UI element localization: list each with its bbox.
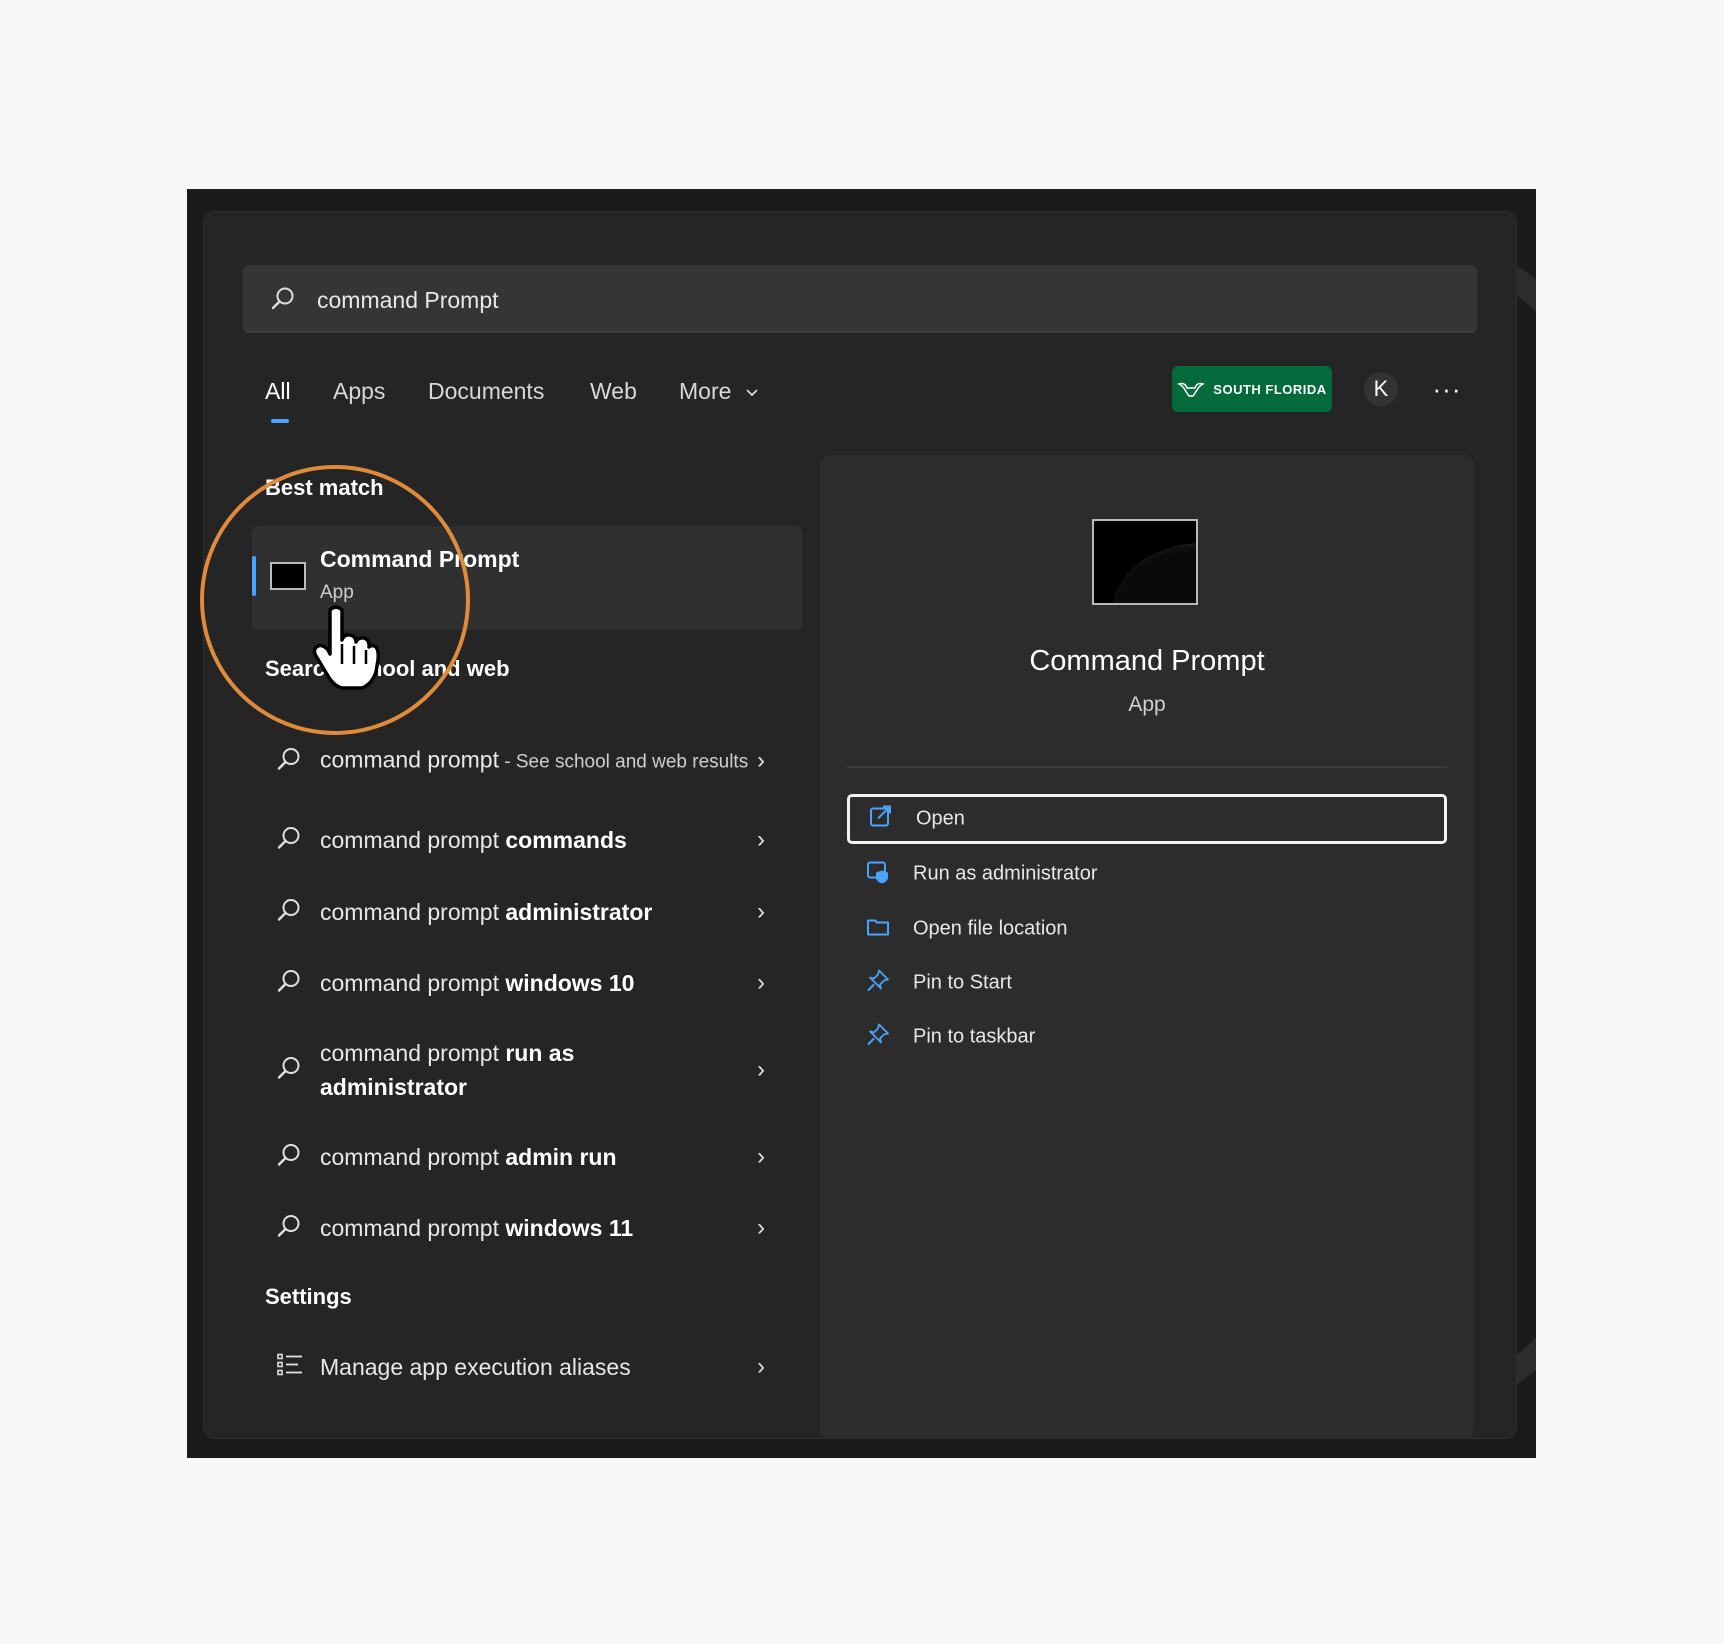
web-result-text: command prompt commands — [320, 823, 750, 857]
tab-documents[interactable]: Documents — [428, 378, 544, 405]
more-options-button[interactable]: ··· — [1430, 372, 1464, 406]
selection-indicator — [252, 556, 256, 596]
web-result-text: command prompt administrator — [320, 895, 750, 929]
best-match-type: App — [320, 582, 354, 603]
web-result-text: command prompt admin run — [320, 1140, 750, 1174]
chevron-right-icon: › — [757, 969, 765, 996]
tab-more[interactable]: More — [679, 378, 760, 405]
organization-badge[interactable]: SOUTH FLORIDA — [1172, 366, 1332, 412]
chevron-right-icon: › — [757, 1353, 765, 1380]
bull-logo-icon — [1177, 382, 1206, 397]
web-result-item[interactable]: command prompt administrator › — [252, 881, 802, 943]
open-label: Open — [916, 807, 965, 830]
ellipsis-icon: ··· — [1432, 373, 1462, 404]
avatar[interactable]: K — [1364, 372, 1398, 406]
preview-subtitle: App — [1128, 693, 1166, 716]
web-result-prefix: command prompt — [320, 899, 506, 925]
web-result-item[interactable]: command prompt commands › — [252, 809, 802, 871]
preview-divider — [847, 766, 1447, 768]
list-settings-icon — [276, 1352, 304, 1383]
run-as-administrator-label: Run as administrator — [913, 862, 1098, 885]
open-button[interactable]: Open — [847, 794, 1447, 844]
web-result-item[interactable]: command prompt run as administrator › — [252, 1030, 802, 1110]
search-icon — [276, 968, 302, 999]
web-result-bold: windows 10 — [505, 970, 635, 996]
web-result-item[interactable]: command prompt admin run › — [252, 1126, 802, 1188]
tab-apps[interactable]: Apps — [333, 378, 385, 405]
web-result-prefix: command prompt — [320, 1040, 506, 1066]
chevron-right-icon: › — [757, 898, 765, 925]
chevron-down-icon — [746, 389, 758, 397]
web-result-item[interactable]: command prompt - See school and web resu… — [252, 724, 802, 798]
web-result-bold: commands — [505, 827, 627, 853]
web-result-text: command prompt windows 11 — [320, 1211, 750, 1245]
shield-icon — [865, 859, 891, 890]
web-result-bold: windows 11 — [505, 1215, 634, 1241]
command-prompt-icon — [270, 562, 306, 590]
web-result-item[interactable]: command prompt windows 11 › — [252, 1197, 802, 1259]
web-result-prefix: command prompt — [320, 1144, 506, 1170]
web-result-suffix: - See school and web results — [498, 751, 749, 773]
web-result-text: command prompt run as administrator — [320, 1036, 620, 1104]
search-icon — [276, 825, 302, 856]
search-box[interactable] — [243, 265, 1477, 333]
search-icon — [276, 1213, 302, 1244]
pin-icon — [865, 968, 891, 999]
web-result-prefix: command prompt — [320, 827, 506, 853]
search-icon — [276, 1055, 302, 1086]
settings-heading: Settings — [265, 1284, 352, 1309]
search-icon — [270, 285, 296, 316]
search-icon — [276, 1142, 302, 1173]
web-result-bold: admin run — [505, 1144, 617, 1170]
chevron-right-icon: › — [757, 1214, 765, 1241]
search-input[interactable] — [315, 279, 1419, 321]
web-result-bold: administrator — [505, 899, 653, 925]
pin-to-taskbar-button[interactable]: Pin to taskbar — [847, 1012, 1447, 1062]
pin-to-start-button[interactable]: Pin to Start — [847, 958, 1447, 1008]
command-prompt-large-icon — [1092, 519, 1198, 605]
preview-pane: Command Prompt App Open Run as administr… — [820, 455, 1474, 1439]
chevron-right-icon: › — [757, 1143, 765, 1170]
run-as-administrator-button[interactable]: Run as administrator — [847, 849, 1447, 899]
settings-item[interactable]: Manage app execution aliases › — [252, 1336, 802, 1398]
web-result-prefix: command prompt — [320, 746, 499, 773]
tab-more-label: More — [679, 378, 732, 404]
chevron-right-icon: › — [757, 826, 765, 853]
organization-badge-label: SOUTH FLORIDA — [1213, 381, 1327, 397]
web-result-prefix: command prompt — [320, 970, 506, 996]
best-match-heading: Best match — [265, 475, 384, 500]
pin-icon — [865, 1022, 891, 1053]
search-icon — [276, 746, 302, 777]
tab-web[interactable]: Web — [590, 378, 637, 405]
folder-icon — [865, 914, 891, 945]
pin-to-start-label: Pin to Start — [913, 971, 1012, 994]
best-match-name: Command Prompt — [320, 546, 520, 572]
web-result-item[interactable]: command prompt windows 10 › — [252, 952, 802, 1014]
tab-all[interactable]: All — [265, 378, 291, 405]
chevron-right-icon: › — [757, 747, 765, 774]
open-icon — [868, 804, 894, 835]
open-file-location-label: Open file location — [913, 917, 1068, 940]
web-result-prefix: command prompt — [320, 1215, 506, 1241]
chevron-right-icon: › — [757, 1056, 765, 1083]
preview-title: Command Prompt — [1029, 645, 1265, 677]
hand-cursor-icon — [312, 604, 380, 695]
avatar-initial: K — [1373, 376, 1389, 401]
web-result-text: command prompt windows 10 — [320, 966, 750, 1000]
settings-item-label: Manage app execution aliases — [320, 1354, 631, 1380]
open-file-location-button[interactable]: Open file location — [847, 904, 1447, 954]
pin-to-taskbar-label: Pin to taskbar — [913, 1025, 1036, 1048]
active-tab-indicator — [271, 419, 289, 423]
web-result-text: command prompt - See school and web resu… — [320, 743, 750, 780]
school-web-heading: Search school and web — [265, 656, 510, 681]
search-icon — [276, 897, 302, 928]
